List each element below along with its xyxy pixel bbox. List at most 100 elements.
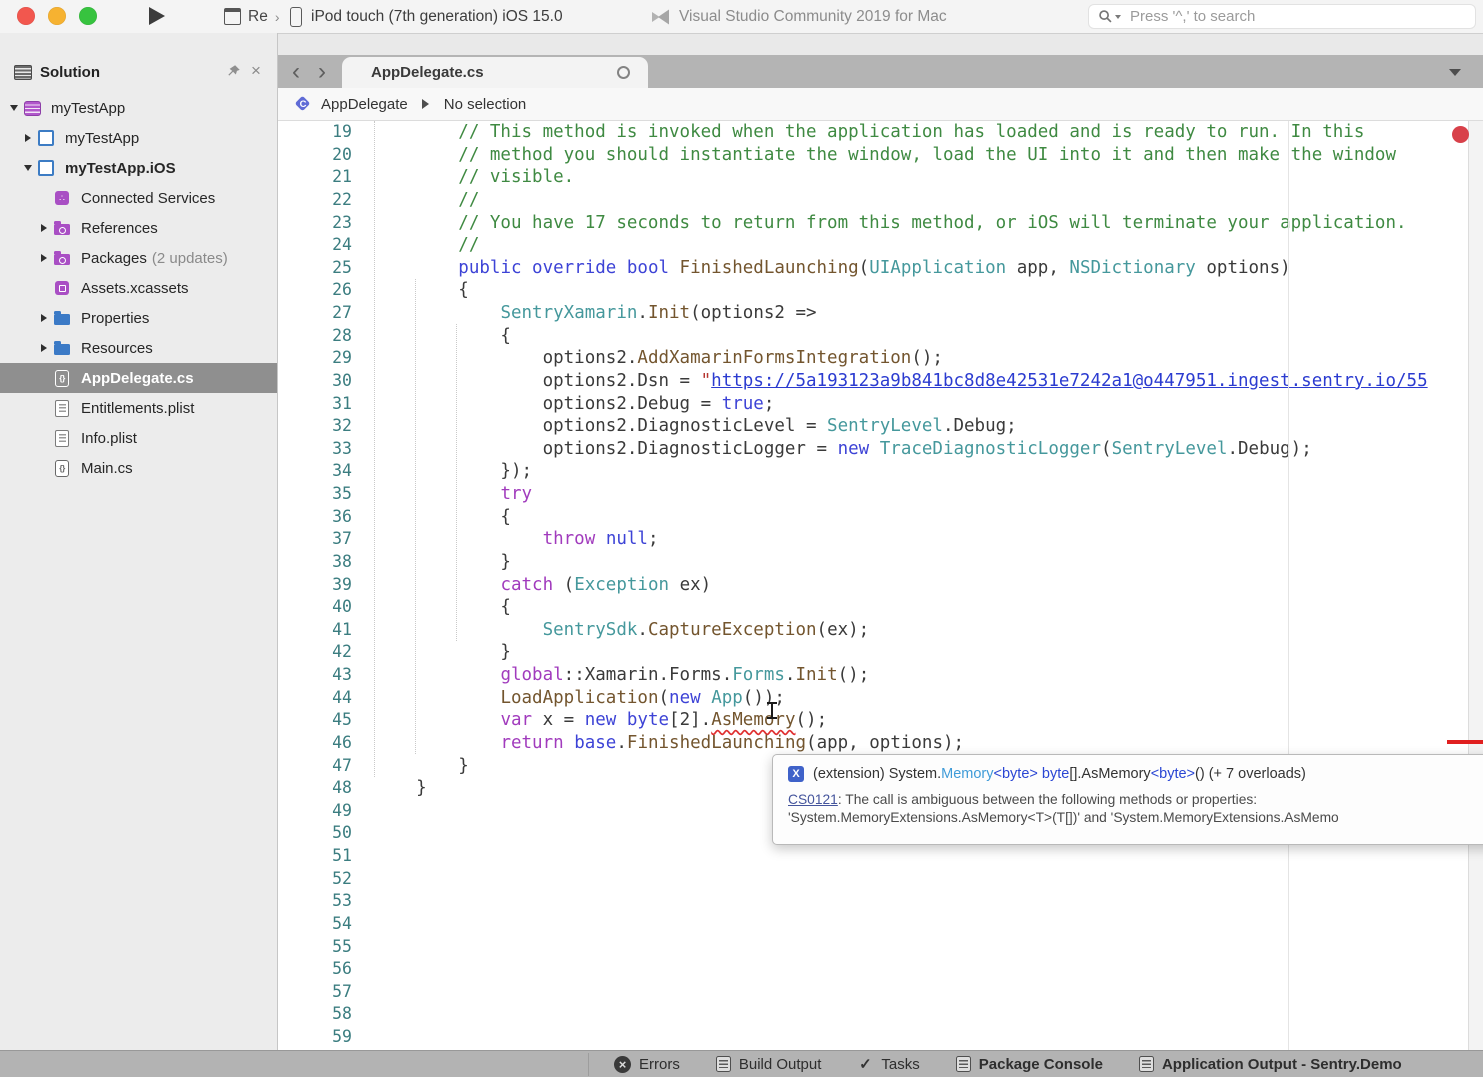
close-icon[interactable] (248, 61, 264, 81)
line-number[interactable]: 37 (278, 528, 366, 551)
line-number[interactable]: 31 (278, 393, 366, 416)
line-number[interactable]: 39 (278, 574, 366, 597)
sidebar-item-assets-xcassets[interactable]: Assets.xcassets (0, 273, 277, 303)
collapse-right-arrow-icon[interactable] (36, 254, 52, 262)
expand-down-arrow-icon[interactable] (20, 165, 36, 171)
line-number[interactable]: 47 (278, 755, 366, 778)
breadcrumb-selection[interactable]: No selection (444, 96, 527, 113)
line-number[interactable]: 44 (278, 687, 366, 710)
pin-icon[interactable] (226, 64, 242, 80)
zoom-window-button[interactable] (79, 7, 97, 25)
sidebar-item-resources[interactable]: Resources (0, 333, 277, 363)
line-number[interactable]: 24 (278, 234, 366, 257)
navigate-forward-button[interactable] (310, 55, 334, 88)
line-number[interactable]: 46 (278, 732, 366, 755)
toolbar: Re › iPod touch (7th generation) iOS 15.… (0, 0, 1483, 34)
extension-method-icon (788, 766, 804, 782)
device-selector[interactable]: iPod touch (7th generation) iOS 15.0 (290, 0, 563, 33)
error-tooltip: (extension) System.Memory<byte> byte[].A… (772, 754, 1483, 845)
statusbar-application-output-sentry-demo-button[interactable]: Application Output - Sentry.Demo (1139, 1056, 1402, 1073)
line-number[interactable]: 58 (278, 1003, 366, 1026)
solution-pad-title: Solution (40, 64, 100, 81)
statusbar-build-output-button[interactable]: Build Output (716, 1056, 822, 1073)
plist-icon (52, 399, 72, 417)
navigate-back-button[interactable] (284, 55, 308, 88)
line-number[interactable]: 19 (278, 121, 366, 144)
code-text (366, 845, 374, 868)
code-editor[interactable]: 19 // This method is invoked when the ap… (278, 121, 1467, 1050)
line-number[interactable]: 50 (278, 822, 366, 845)
line-number[interactable]: 26 (278, 279, 366, 302)
error-code-link[interactable]: CS0121 (788, 792, 838, 807)
sidebar-item-mytestapp[interactable]: myTestApp (0, 123, 277, 153)
statusbar-tasks-button[interactable]: Tasks (857, 1056, 919, 1073)
line-number[interactable]: 38 (278, 551, 366, 574)
line-number[interactable]: 34 (278, 460, 366, 483)
editor-scrollbar[interactable] (1468, 121, 1483, 1050)
line-number[interactable]: 21 (278, 166, 366, 189)
line-number[interactable]: 48 (278, 777, 366, 800)
code-text: options2.DiagnosticLogger = new TraceDia… (366, 438, 1312, 461)
indent-guide (415, 279, 416, 754)
errors-icon (614, 1056, 631, 1073)
sidebar-item-references[interactable]: References (0, 213, 277, 243)
search-input[interactable]: Press '^,' to search (1088, 4, 1476, 29)
line-number[interactable]: 41 (278, 619, 366, 642)
sidebar-item-packages[interactable]: Packages(2 updates) (0, 243, 277, 273)
line-number[interactable]: 59 (278, 1026, 366, 1049)
line-number[interactable]: 30 (278, 370, 366, 393)
line-number[interactable]: 52 (278, 868, 366, 891)
sidebar-item-mytestapp-ios[interactable]: myTestApp.iOS (0, 153, 277, 183)
sidebar-item-mytestapp[interactable]: myTestApp (0, 93, 277, 123)
sidebar-item-appdelegate-cs[interactable]: AppDelegate.cs (0, 363, 277, 393)
line-number[interactable]: 23 (278, 212, 366, 235)
collapse-right-arrow-icon[interactable] (36, 344, 52, 352)
tab-overflow-chevron-icon[interactable] (1449, 69, 1461, 76)
statusbar-errors-button[interactable]: Errors (614, 1056, 680, 1073)
sidebar-item-entitlements-plist[interactable]: Entitlements.plist (0, 393, 277, 423)
line-number[interactable]: 43 (278, 664, 366, 687)
tooltip-error-text: : The call is ambiguous between the foll… (838, 792, 1257, 807)
sidebar-item-connected-services[interactable]: Connected Services (0, 183, 277, 213)
project-icon (36, 159, 56, 177)
collapse-right-arrow-icon[interactable] (36, 314, 52, 322)
line-number[interactable]: 45 (278, 709, 366, 732)
line-number[interactable]: 27 (278, 302, 366, 325)
line-number[interactable]: 55 (278, 936, 366, 959)
line-number[interactable]: 53 (278, 890, 366, 913)
line-number[interactable]: 33 (278, 438, 366, 461)
line-number[interactable]: 56 (278, 958, 366, 981)
code-text: return base.FinishedLaunching(app, optio… (366, 732, 964, 755)
sidebar-item-label: Entitlements.plist (81, 400, 194, 417)
expand-down-arrow-icon[interactable] (6, 105, 22, 111)
line-number[interactable]: 54 (278, 913, 366, 936)
line-number[interactable]: 51 (278, 845, 366, 868)
code-text: // You have 17 seconds to return from th… (366, 212, 1407, 235)
run-button[interactable] (149, 7, 165, 25)
configuration-selector[interactable]: Re › (224, 0, 280, 33)
line-number[interactable]: 32 (278, 415, 366, 438)
close-window-button[interactable] (17, 7, 35, 25)
sidebar-item-main-cs[interactable]: Main.cs (0, 453, 277, 483)
pane-divider[interactable] (277, 33, 278, 1050)
line-number[interactable]: 28 (278, 325, 366, 348)
collapse-right-arrow-icon[interactable] (36, 224, 52, 232)
line-number[interactable]: 29 (278, 347, 366, 370)
line-number[interactable]: 36 (278, 506, 366, 529)
line-number[interactable]: 42 (278, 641, 366, 664)
sidebar-item-properties[interactable]: Properties (0, 303, 277, 333)
tab-appdelegate[interactable]: AppDelegate.cs (342, 57, 648, 88)
sidebar-item-info-plist[interactable]: Info.plist (0, 423, 277, 453)
breadcrumb-class[interactable]: AppDelegate (321, 96, 408, 113)
line-number[interactable]: 49 (278, 800, 366, 823)
statusbar-package-console-button[interactable]: Package Console (956, 1056, 1103, 1073)
line-number[interactable]: 57 (278, 981, 366, 1004)
line-number[interactable]: 35 (278, 483, 366, 506)
collapse-right-arrow-icon[interactable] (20, 134, 36, 142)
line-number[interactable]: 20 (278, 144, 366, 167)
line-number[interactable]: 25 (278, 257, 366, 280)
cs-icon (52, 459, 72, 477)
line-number[interactable]: 22 (278, 189, 366, 212)
line-number[interactable]: 40 (278, 596, 366, 619)
minimize-window-button[interactable] (48, 7, 66, 25)
